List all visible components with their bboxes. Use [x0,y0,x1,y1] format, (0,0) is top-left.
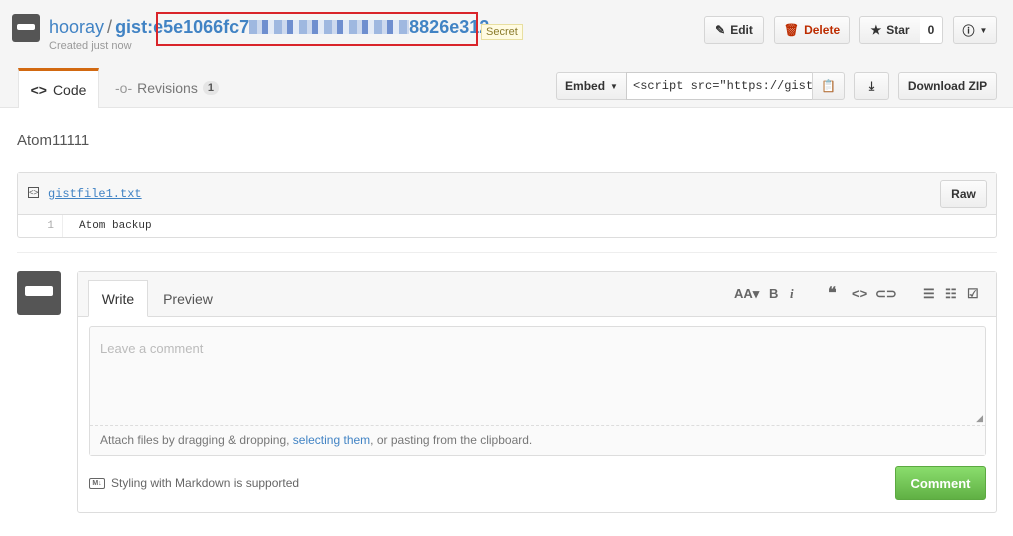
comment-textarea[interactable]: Leave a comment ◢ Attach files by draggi… [89,326,986,456]
edit-label: Edit [730,23,753,37]
title-separator: / [107,17,113,37]
delete-button[interactable]: 🗑 Delete [774,16,850,44]
copy-button[interactable]: 📋 [812,72,845,100]
embed-select[interactable]: Embed ▼ [556,72,627,100]
attach-files-bar: Attach files by dragging & dropping, sel… [90,425,985,455]
comment-form: Write Preview AA▾ B i ❝ <> ⊂⊃ ☰ ☷ ☑ Leav… [77,271,997,513]
file-code-icon: <> [28,187,39,198]
chevron-down-icon: ▼ [979,25,988,35]
embed-label: Embed [565,79,606,93]
link-icon[interactable]: ⊂⊃ [875,286,897,302]
attach-text-before: Attach files by dragging & dropping, [100,433,293,447]
tab-code[interactable]: <> Code [18,68,99,108]
attach-text-after: , or pasting from the clipboard. [370,433,533,447]
italic-icon[interactable]: i [790,286,794,302]
embed-code-field[interactable]: <script src="https://gist [626,72,813,100]
gist-header: hooray / gist:e5e1066fc7 8826e312 Secret Cr… [0,0,1013,108]
star-label: Star [886,23,910,37]
user-avatar[interactable] [12,14,40,42]
clipboard-icon: 📋 [821,79,836,93]
download-zip-button[interactable]: Download ZIP [898,72,997,100]
section-divider [17,252,997,253]
file-container: <> gistfile1.txt Raw 1 Atom backup [17,172,997,238]
more-options-button[interactable]: ⓘ ▼ [953,16,997,44]
star-button[interactable]: ★ Star [859,16,921,44]
code-icon: <> [30,81,47,98]
gist-prefix: gist: [115,17,154,37]
bold-icon[interactable]: B [769,286,778,301]
file-name-link[interactable]: gistfile1.txt [48,187,142,201]
markdown-icon: M↓ [89,477,105,489]
text-size-icon[interactable]: AA▾ [734,286,759,302]
user-link[interactable]: hooray [49,17,104,37]
delete-label: Delete [804,23,841,37]
highlight-box [156,12,478,46]
gist-description: Atom11111 [17,132,90,149]
tab-preview[interactable]: Preview [158,280,218,317]
commit-icon: -o- [115,80,133,96]
tab-write[interactable]: Write [88,280,148,317]
comment-submit-button[interactable]: Comment [895,466,986,500]
line-number[interactable]: 1 [18,215,63,237]
unordered-list-icon[interactable]: ☰ [923,286,935,302]
resize-handle-icon[interactable]: ◢ [976,413,983,424]
star-count: 0 [920,16,943,44]
quote-icon[interactable]: ❝ [828,283,837,303]
markdown-note: M↓ Styling with Markdown is supported [89,476,299,490]
desktop-clone-button[interactable]: ⤓ [854,72,889,100]
download-desktop-icon: ⤓ [868,78,875,93]
tab-revisions-label: Revisions [137,80,198,96]
pencil-icon: ✎ [715,23,726,37]
comment-placeholder: Leave a comment [100,341,204,356]
secret-badge: Secret [481,24,523,40]
select-files-link[interactable]: selecting them [293,433,370,447]
code-icon[interactable]: <> [852,286,867,301]
code-line: 1 Atom backup [18,215,996,237]
edit-button[interactable]: ✎ Edit [704,16,764,44]
ordered-list-icon[interactable]: ☷ [945,286,957,302]
revisions-count: 1 [202,81,219,95]
chevron-down-icon: ▼ [610,81,618,91]
tab-revisions[interactable]: -o- Revisions 1 [115,68,219,108]
raw-button[interactable]: Raw [940,180,987,208]
commenter-avatar[interactable] [17,271,61,315]
alert-icon: ⓘ [962,23,975,38]
file-header: <> gistfile1.txt Raw [18,173,996,215]
comment-tabs: Write Preview AA▾ B i ❝ <> ⊂⊃ ☰ ☷ ☑ [78,272,996,317]
task-list-icon[interactable]: ☑ [967,286,979,302]
markdown-note-text[interactable]: Styling with Markdown is supported [111,476,299,490]
trash-icon: 🗑 [783,23,800,37]
tab-code-label: Code [52,81,87,98]
line-content: Atom backup [79,220,152,232]
created-timestamp: Created just now [49,40,132,52]
star-icon: ★ [870,23,882,37]
